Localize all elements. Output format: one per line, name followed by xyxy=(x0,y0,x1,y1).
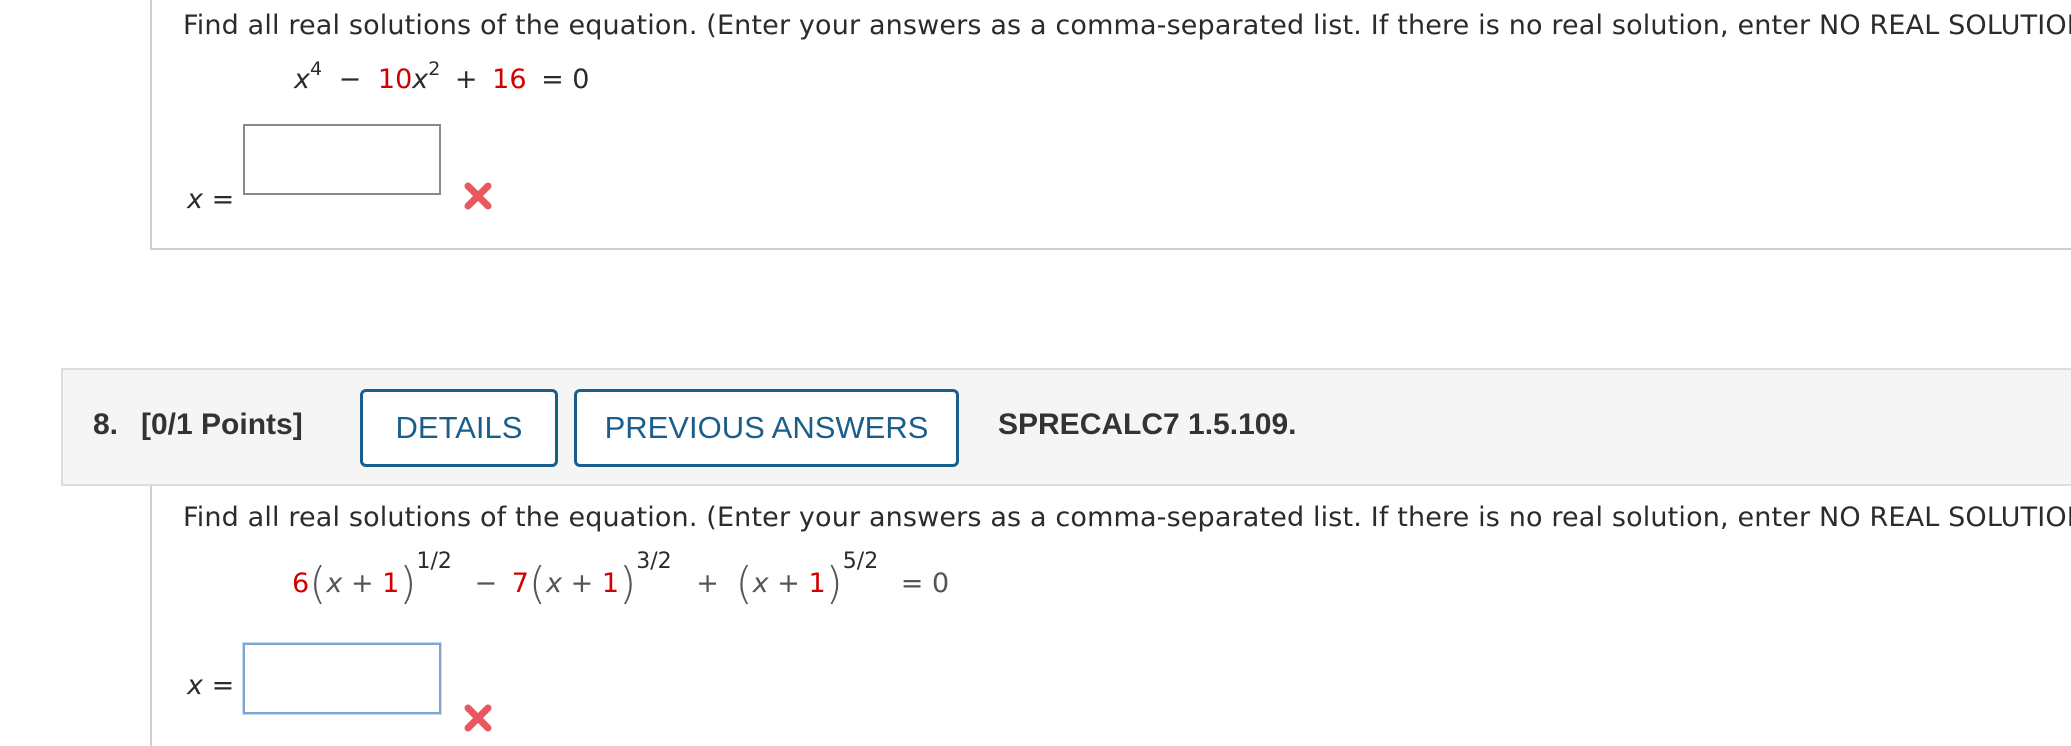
problem-7-answer-input[interactable] xyxy=(243,124,441,195)
problem-8-body: Find all real solutions of the equation.… xyxy=(150,486,2071,746)
problem-number: 8. xyxy=(93,408,119,441)
problem-7-instructions: Find all real solutions of the equation.… xyxy=(183,10,2071,41)
problem-8-equation: 6(x + 1)1/2 − 7(x + 1)3/2 + (x + 1)5/2 =… xyxy=(292,549,950,609)
problem-7-answer-label: x = xyxy=(187,184,235,215)
problem-points: [0/1 Points] xyxy=(141,408,303,441)
previous-answers-button[interactable]: PREVIOUS ANSWERS xyxy=(574,389,959,467)
problem-8-answer-input[interactable] xyxy=(243,643,441,714)
problem-8-header: 8. [0/1 Points] DETAILS PREVIOUS ANSWERS… xyxy=(61,368,2071,486)
incorrect-x-icon xyxy=(464,704,492,732)
problem-7-body: Find all real solutions of the equation.… xyxy=(150,0,2071,250)
problem-7-equation: x4 − 10x2 + 16 = 0 xyxy=(294,58,590,96)
details-button[interactable]: DETAILS xyxy=(360,389,558,467)
incorrect-x-icon xyxy=(464,182,492,210)
problem-8-instructions: Find all real solutions of the equation.… xyxy=(183,502,2071,533)
problem-8-answer-label: x = xyxy=(187,670,235,701)
problem-source: SPRECALC7 1.5.109. xyxy=(998,408,1297,441)
